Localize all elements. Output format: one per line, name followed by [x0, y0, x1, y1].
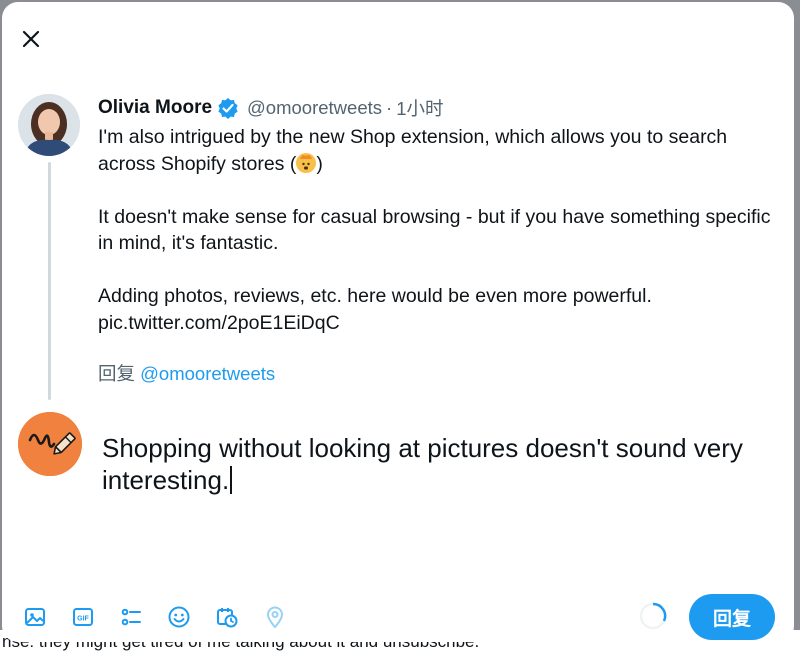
close-button[interactable]: [14, 22, 48, 56]
portrait-image: [18, 94, 80, 156]
text-caret: [230, 466, 233, 494]
author-avatar[interactable]: [18, 94, 80, 156]
replying-to: 回复 @omooretweets: [98, 360, 275, 386]
reply-draft-text: Shopping without looking at pictures doe…: [102, 433, 743, 495]
original-tweet: Olivia Moore @omooretweets · 1小时 I'm als…: [98, 94, 778, 336]
tweet-time[interactable]: 1小时: [396, 95, 443, 121]
compose-toolbar: GIF: [20, 602, 308, 632]
tweet-header: Olivia Moore @omooretweets · 1小时: [98, 94, 778, 122]
reply-textarea[interactable]: Shopping without looking at pictures doe…: [102, 432, 762, 496]
location-icon[interactable]: [260, 602, 290, 632]
author-name[interactable]: Olivia Moore: [98, 97, 212, 119]
pen-scribble-icon: [18, 412, 82, 476]
character-count-progress-icon: [639, 602, 667, 630]
exploding-head-emoji-icon: [296, 152, 317, 173]
reply-button[interactable]: 回复: [689, 594, 775, 640]
tweet-paragraph-1: I'm also intrigued by the new Shop exten…: [98, 126, 728, 175]
tweet-media-link[interactable]: pic.twitter.com/2poE1EiDqC: [98, 312, 340, 334]
reply-dialog: Olivia Moore @omooretweets · 1小时 I'm als…: [2, 2, 794, 642]
tweet-paragraph-3: Adding photos, reviews, etc. here would …: [98, 285, 652, 334]
user-avatar[interactable]: [18, 412, 82, 476]
poll-icon[interactable]: [116, 602, 146, 632]
gif-icon[interactable]: GIF: [68, 602, 98, 632]
emoji-icon[interactable]: [164, 602, 194, 632]
image-icon[interactable]: [20, 602, 50, 632]
thread-connector: [48, 162, 51, 400]
author-handle[interactable]: @omooretweets: [247, 97, 382, 119]
close-icon: [22, 30, 40, 48]
replying-to-label: 回复: [98, 363, 136, 384]
separator-dot: ·: [386, 97, 393, 118]
replying-to-handle[interactable]: @omooretweets: [140, 363, 275, 384]
schedule-icon[interactable]: [212, 602, 242, 632]
svg-text:GIF: GIF: [77, 616, 89, 623]
tweet-text: I'm also intrigued by the new Shop exten…: [98, 124, 778, 336]
verified-badge-icon: [217, 97, 239, 119]
tweet-paragraph-2: It doesn't make sense for casual browsin…: [98, 205, 771, 255]
